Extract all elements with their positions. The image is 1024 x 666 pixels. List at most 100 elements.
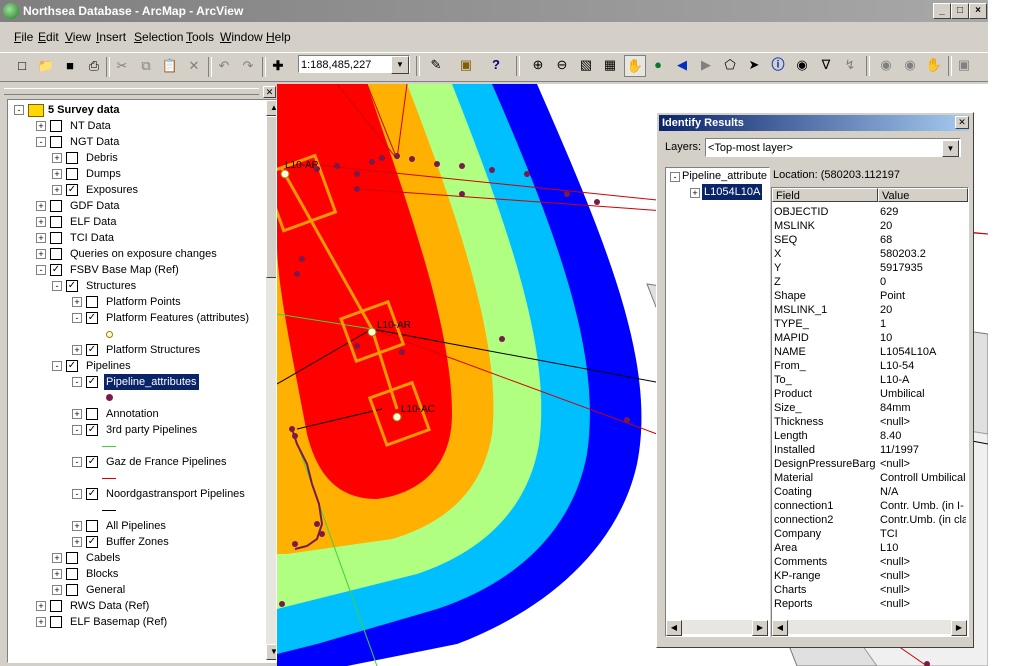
tree-horizontal-scrollbar[interactable]: ◀ ▶ [666,620,768,636]
toc-layer-item[interactable]: - ✓ 3rd party Pipelines [8,422,258,438]
scroll-thumb[interactable] [266,116,276,278]
layout-tool-icon[interactable]: ◉ [876,55,896,75]
table-row[interactable]: Installed 11/1997 [772,443,968,457]
toc-layer-item[interactable]: - ✓ Platform Features (attributes) [8,310,258,326]
layer-visibility-checkbox[interactable] [86,520,98,532]
layer-visibility-checkbox[interactable] [66,168,78,180]
scroll-right-icon[interactable]: ▶ [752,620,768,636]
menu-tools[interactable]: Tools [186,30,214,44]
layer-visibility-checkbox[interactable] [50,248,62,260]
identify-icon[interactable]: ⓘ [768,55,788,75]
expand-icon[interactable]: + [52,569,62,579]
expand-icon[interactable]: + [36,249,46,259]
collapse-icon[interactable]: - [72,313,82,323]
table-row[interactable]: To_ L10-A [772,373,968,387]
table-row[interactable]: MAPID 10 [772,331,968,345]
scroll-left-icon[interactable]: ◀ [772,620,788,636]
layer-visibility-checkbox[interactable]: ✓ [50,264,62,276]
collapse-icon[interactable]: - [52,361,62,371]
table-row[interactable]: X 580203.2 [772,247,968,261]
toc-layer-item[interactable]: + GDF Data [8,198,258,214]
table-row[interactable]: TYPE_ 1 [772,317,968,331]
expand-icon[interactable]: + [52,185,62,195]
table-horizontal-scrollbar[interactable]: ◀ ▶ [772,620,967,636]
arctoolbox-icon[interactable]: ▣ [456,55,476,75]
collapse-icon[interactable]: - [52,281,62,291]
table-row[interactable]: Shape Point [772,289,968,303]
toc-layer-item[interactable]: - ✓ Pipeline_attributes [8,374,258,390]
collapse-icon[interactable]: - [14,105,24,115]
fixed-zoom-in-icon[interactable]: ▧ [576,55,596,75]
scroll-right-icon[interactable]: ▶ [951,620,967,636]
layer-visibility-checkbox[interactable] [66,568,78,580]
layer-visibility-checkbox[interactable]: ✓ [66,280,78,292]
table-row[interactable]: Reports <null> [772,597,968,611]
toc-layer-item[interactable]: + ELF Basemap (Ref) [8,614,258,630]
table-row[interactable]: Y 5917935 [772,261,968,275]
expand-icon[interactable]: + [36,217,46,227]
table-row[interactable]: Thickness <null> [772,415,968,429]
minimize-button[interactable]: _ [933,3,951,19]
toc-layer-item[interactable]: - ✓ Pipelines [8,358,258,374]
table-row[interactable]: Coating N/A [772,485,968,499]
layer-visibility-checkbox[interactable]: ✓ [66,360,78,372]
table-row[interactable]: From_ L10-54 [772,359,968,373]
table-row[interactable]: Product Umbilical [772,387,968,401]
toc-layer-item[interactable]: + All Pipelines [8,518,258,534]
expand-icon[interactable]: + [72,409,82,419]
zoom-in-icon[interactable]: ⊕ [528,55,548,75]
layer-visibility-checkbox[interactable]: ✓ [86,488,98,500]
layer-visibility-checkbox[interactable] [50,600,62,612]
table-row[interactable]: Material Controll Umbilical [772,471,968,485]
toc-layer-item[interactable]: + Cabels [8,550,258,566]
menu-help[interactable]: Help [266,30,291,44]
table-row[interactable]: DesignPressureBarg <null> [772,457,968,471]
layer-visibility-checkbox[interactable] [50,232,62,244]
close-icon[interactable]: ✕ [955,116,969,129]
table-row[interactable]: NAME L1054L10A [772,345,968,359]
find-binoculars-icon[interactable]: ◉ [792,55,812,75]
layer-visibility-checkbox[interactable] [66,552,78,564]
collapse-icon[interactable]: - [72,377,82,387]
column-header-field[interactable]: Field [772,188,878,202]
table-row[interactable]: MSLINK_1 20 [772,303,968,317]
menu-insert[interactable]: Insert [96,30,126,44]
expand-icon[interactable]: + [52,169,62,179]
toc-grip[interactable] [4,88,259,95]
toc-layer-item[interactable]: + Platform Points [8,294,258,310]
table-row[interactable]: KP-range <null> [772,569,968,583]
expand-icon[interactable]: + [36,601,46,611]
layer-visibility-checkbox[interactable]: ✓ [86,424,98,436]
toc-layer-item[interactable]: + ✓ Platform Structures [8,342,258,358]
select-elements-icon[interactable]: ➤ [744,55,764,75]
layer-visibility-checkbox[interactable] [86,408,98,420]
layer-visibility-checkbox[interactable]: ✓ [86,312,98,324]
toc-layer-item[interactable]: + Queries on exposure changes [8,246,258,262]
layer-visibility-checkbox[interactable] [50,200,62,212]
menu-selection[interactable]: Selection [134,30,183,44]
toc-layer-item[interactable]: + Dumps [8,166,258,182]
toc-layer-item[interactable]: + Blocks [8,566,258,582]
collapse-icon[interactable]: - [36,137,46,147]
layer-visibility-checkbox[interactable] [50,136,62,148]
layer-visibility-checkbox[interactable] [50,120,62,132]
toc-close-icon[interactable]: ✕ [263,86,276,98]
select-features-icon[interactable]: ⬠ [720,55,740,75]
collapse-icon[interactable]: - [72,457,82,467]
column-header-value[interactable]: Value [878,188,968,202]
previous-extent-arrow-icon[interactable]: ◀ [672,55,692,75]
layer-visibility-checkbox[interactable]: ✓ [86,344,98,356]
expand-icon[interactable]: + [36,121,46,131]
fixed-zoom-out-icon[interactable]: ▦ [600,55,620,75]
expand-icon[interactable]: + [36,233,46,243]
tree-layer-node[interactable]: Pipeline_attribute [682,168,767,184]
toc-layer-item[interactable]: - ✓ Structures [8,278,258,294]
toc-layer-item[interactable]: + ✓ Buffer Zones [8,534,258,550]
toc-vertical-scrollbar[interactable]: ▲ ▼ [266,100,276,660]
layer-visibility-checkbox[interactable]: ✓ [86,376,98,388]
layout-zoom-icon[interactable]: ◉ [900,55,920,75]
chevron-down-icon[interactable]: ▼ [942,140,959,157]
expand-icon[interactable]: + [52,585,62,595]
toc-root-layer[interactable]: - 5 Survey data [8,102,258,118]
table-row[interactable]: Z0 [772,275,968,289]
